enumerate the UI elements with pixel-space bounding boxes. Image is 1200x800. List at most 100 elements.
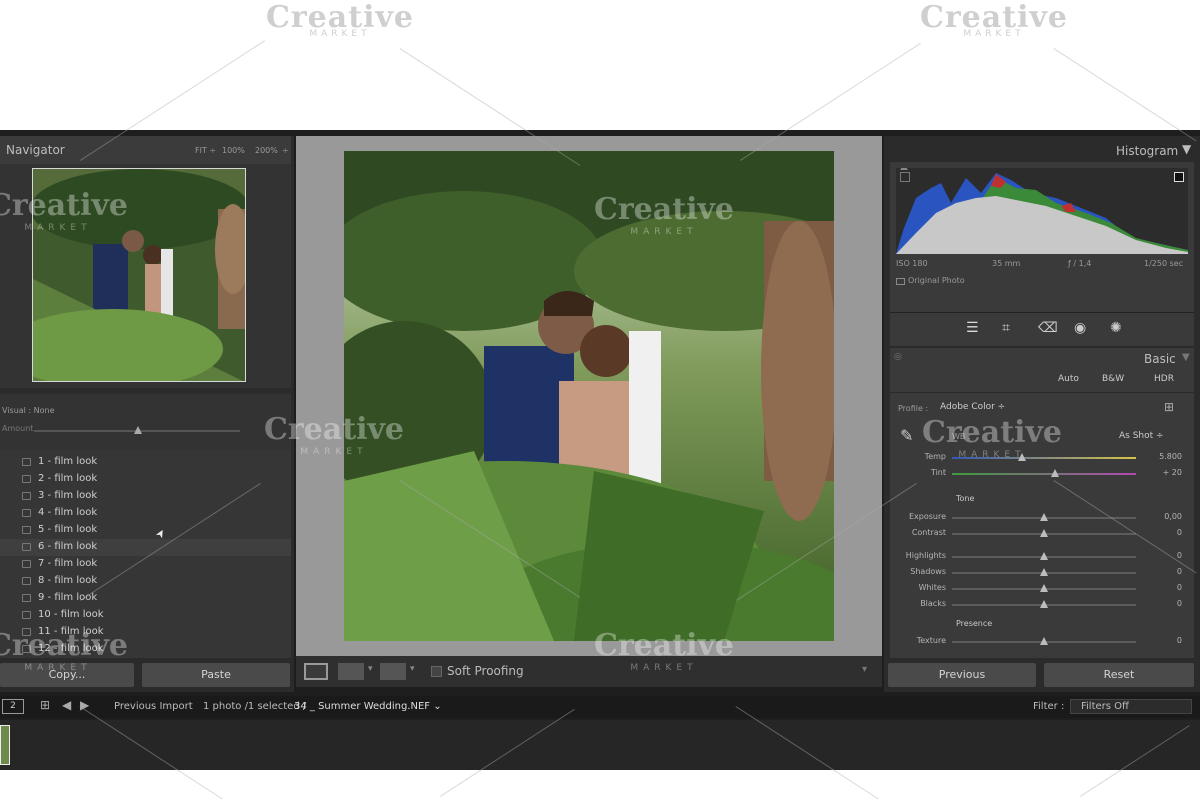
tint-track[interactable]	[952, 469, 1136, 477]
eyedropper-icon[interactable]: ✎	[900, 426, 913, 445]
preset-item[interactable]: 8 - film look	[0, 573, 291, 590]
reset-button[interactable]: Reset	[1044, 663, 1194, 687]
tone-slider-track[interactable]	[952, 552, 1136, 560]
tint-slider-row[interactable]: Tint + 20	[890, 466, 1194, 482]
soft-proofing-checkbox[interactable]	[431, 666, 442, 677]
profile-dropdown[interactable]: Adobe Color ÷	[940, 402, 1005, 412]
panel-visibility-icon[interactable]: ◎	[894, 352, 902, 362]
highlight-clip-icon[interactable]	[1174, 172, 1184, 182]
auto-button[interactable]: Auto	[1058, 374, 1079, 384]
tone-slider-value[interactable]: 0	[1142, 551, 1182, 560]
tone-slider-row[interactable]: Shadows 0	[890, 565, 1194, 581]
navigator-header[interactable]: Navigator FIT ÷ 100% 200% ÷	[0, 136, 291, 164]
healing-icon[interactable]: ⌫	[1038, 320, 1058, 336]
tone-slider-track[interactable]	[952, 568, 1136, 576]
view-dropdown-icon[interactable]: ▾	[368, 664, 373, 674]
preset-item[interactable]: 5 - film look	[0, 522, 291, 539]
tint-value[interactable]: + 20	[1142, 468, 1182, 477]
texture-track[interactable]	[952, 637, 1136, 645]
zoom-200[interactable]: 200%	[255, 146, 278, 155]
source-label[interactable]: Previous Import	[114, 701, 193, 712]
preset-item[interactable]: 12 - film look	[0, 641, 291, 658]
masking-icon[interactable]: ✺	[1110, 320, 1122, 336]
tone-slider-value[interactable]: 0	[1142, 599, 1182, 608]
texture-value[interactable]: 0	[1142, 636, 1182, 645]
crop-icon[interactable]: ⌗	[1002, 320, 1010, 336]
thumbnail-image	[33, 169, 245, 381]
filter-dropdown[interactable]: Filters Off	[1070, 699, 1192, 714]
presence-heading: Presence	[956, 619, 993, 628]
tone-slider-value[interactable]: 0	[1142, 528, 1182, 537]
basic-panel-header[interactable]: ◎ Basic ▼	[890, 348, 1194, 370]
tone-slider-value[interactable]: 0	[1142, 583, 1182, 592]
tone-slider-row[interactable]: Exposure 0,00	[890, 510, 1194, 526]
preset-item[interactable]: 10 - film look	[0, 607, 291, 624]
tone-slider-knob[interactable]	[1040, 568, 1048, 576]
edit-sliders-icon[interactable]: ☰	[966, 320, 979, 336]
filename-dropdown[interactable]: 34 _ Summer Wedding.NEF ⌄	[294, 701, 442, 712]
tone-slider-knob[interactable]	[1040, 513, 1048, 521]
preset-item[interactable]: 4 - film look	[0, 505, 291, 522]
second-monitor-button[interactable]: 2	[2, 699, 24, 714]
tone-slider-knob[interactable]	[1040, 584, 1048, 592]
temp-value[interactable]: 5.800	[1142, 452, 1182, 461]
texture-slider-row[interactable]: Texture 0	[890, 634, 1194, 650]
forward-arrow-icon[interactable]: ▶	[80, 698, 89, 712]
preset-item[interactable]: 1 - film look	[0, 454, 291, 471]
tone-slider-value[interactable]: 0,00	[1142, 512, 1182, 521]
preset-item[interactable]: 9 - film look	[0, 590, 291, 607]
toolbar-menu-icon[interactable]: ▾	[862, 664, 867, 675]
profile-browser-icon[interactable]: ⊞	[1164, 400, 1174, 414]
tone-slider-value[interactable]: 0	[1142, 567, 1182, 576]
preset-item[interactable]: 6 - film look	[0, 539, 291, 556]
main-photo[interactable]	[344, 151, 834, 641]
amount-knob[interactable]	[134, 426, 142, 434]
tone-slider-track[interactable]	[952, 529, 1136, 537]
hdr-button[interactable]: HDR	[1154, 374, 1174, 384]
tone-slider-knob[interactable]	[1040, 600, 1048, 608]
wb-label: WB :	[952, 432, 971, 441]
original-photo-checkbox[interactable]	[896, 278, 905, 285]
tone-slider-row[interactable]: Highlights 0	[890, 549, 1194, 565]
histogram-collapse-icon[interactable]: ▼	[1182, 142, 1191, 156]
temp-slider-row[interactable]: Temp 5.800	[890, 450, 1194, 466]
zoom-100[interactable]: 100%	[222, 146, 245, 155]
tone-slider-knob[interactable]	[1040, 552, 1048, 560]
histogram-graph[interactable]	[896, 164, 1188, 254]
tone-slider-track[interactable]	[952, 600, 1136, 608]
tone-slider-track[interactable]	[952, 513, 1136, 521]
compare-button[interactable]	[380, 663, 406, 680]
tone-slider-row[interactable]: Whites 0	[890, 581, 1194, 597]
bw-button[interactable]: B&W	[1102, 374, 1124, 384]
zoom-menu[interactable]: ÷	[282, 146, 289, 155]
before-after-button[interactable]	[338, 663, 364, 680]
tone-slider-row[interactable]: Blacks 0	[890, 597, 1194, 613]
zoom-fit[interactable]: FIT ÷	[195, 146, 216, 155]
red-eye-icon[interactable]: ◉	[1074, 320, 1086, 336]
tint-knob[interactable]	[1051, 469, 1060, 477]
preset-item[interactable]: 3 - film look	[0, 488, 291, 505]
basic-collapse-icon[interactable]: ▼	[1182, 352, 1190, 363]
loupe-view-button[interactable]	[304, 663, 328, 680]
tone-slider-knob[interactable]	[1040, 529, 1048, 537]
texture-knob[interactable]	[1040, 637, 1048, 645]
preset-item[interactable]: 7 - film look	[0, 556, 291, 573]
filmstrip-thumbnail[interactable]	[0, 725, 10, 765]
develop-tools-strip: ☰ ⌗ ⌫ ◉ ✺	[890, 312, 1194, 346]
shadow-clip-icon[interactable]	[900, 172, 910, 182]
wb-dropdown[interactable]: As Shot ÷	[1119, 431, 1164, 441]
back-arrow-icon[interactable]: ◀	[62, 698, 71, 712]
compare-dropdown-icon[interactable]: ▾	[410, 664, 415, 674]
navigator-thumbnail[interactable]	[32, 168, 246, 382]
temp-knob[interactable]	[1017, 453, 1026, 461]
paste-button[interactable]: Paste	[142, 663, 290, 687]
preset-item[interactable]: 11 - film look	[0, 624, 291, 641]
tone-slider-row[interactable]: Contrast 0	[890, 526, 1194, 542]
previous-button[interactable]: Previous	[888, 663, 1036, 687]
temp-track[interactable]	[952, 453, 1136, 461]
copy-button[interactable]: Copy...	[0, 663, 134, 687]
grid-view-icon[interactable]: ⊞	[40, 698, 50, 712]
filter-label: Filter :	[1033, 701, 1065, 712]
preset-item[interactable]: 2 - film look	[0, 471, 291, 488]
tone-slider-track[interactable]	[952, 584, 1136, 592]
